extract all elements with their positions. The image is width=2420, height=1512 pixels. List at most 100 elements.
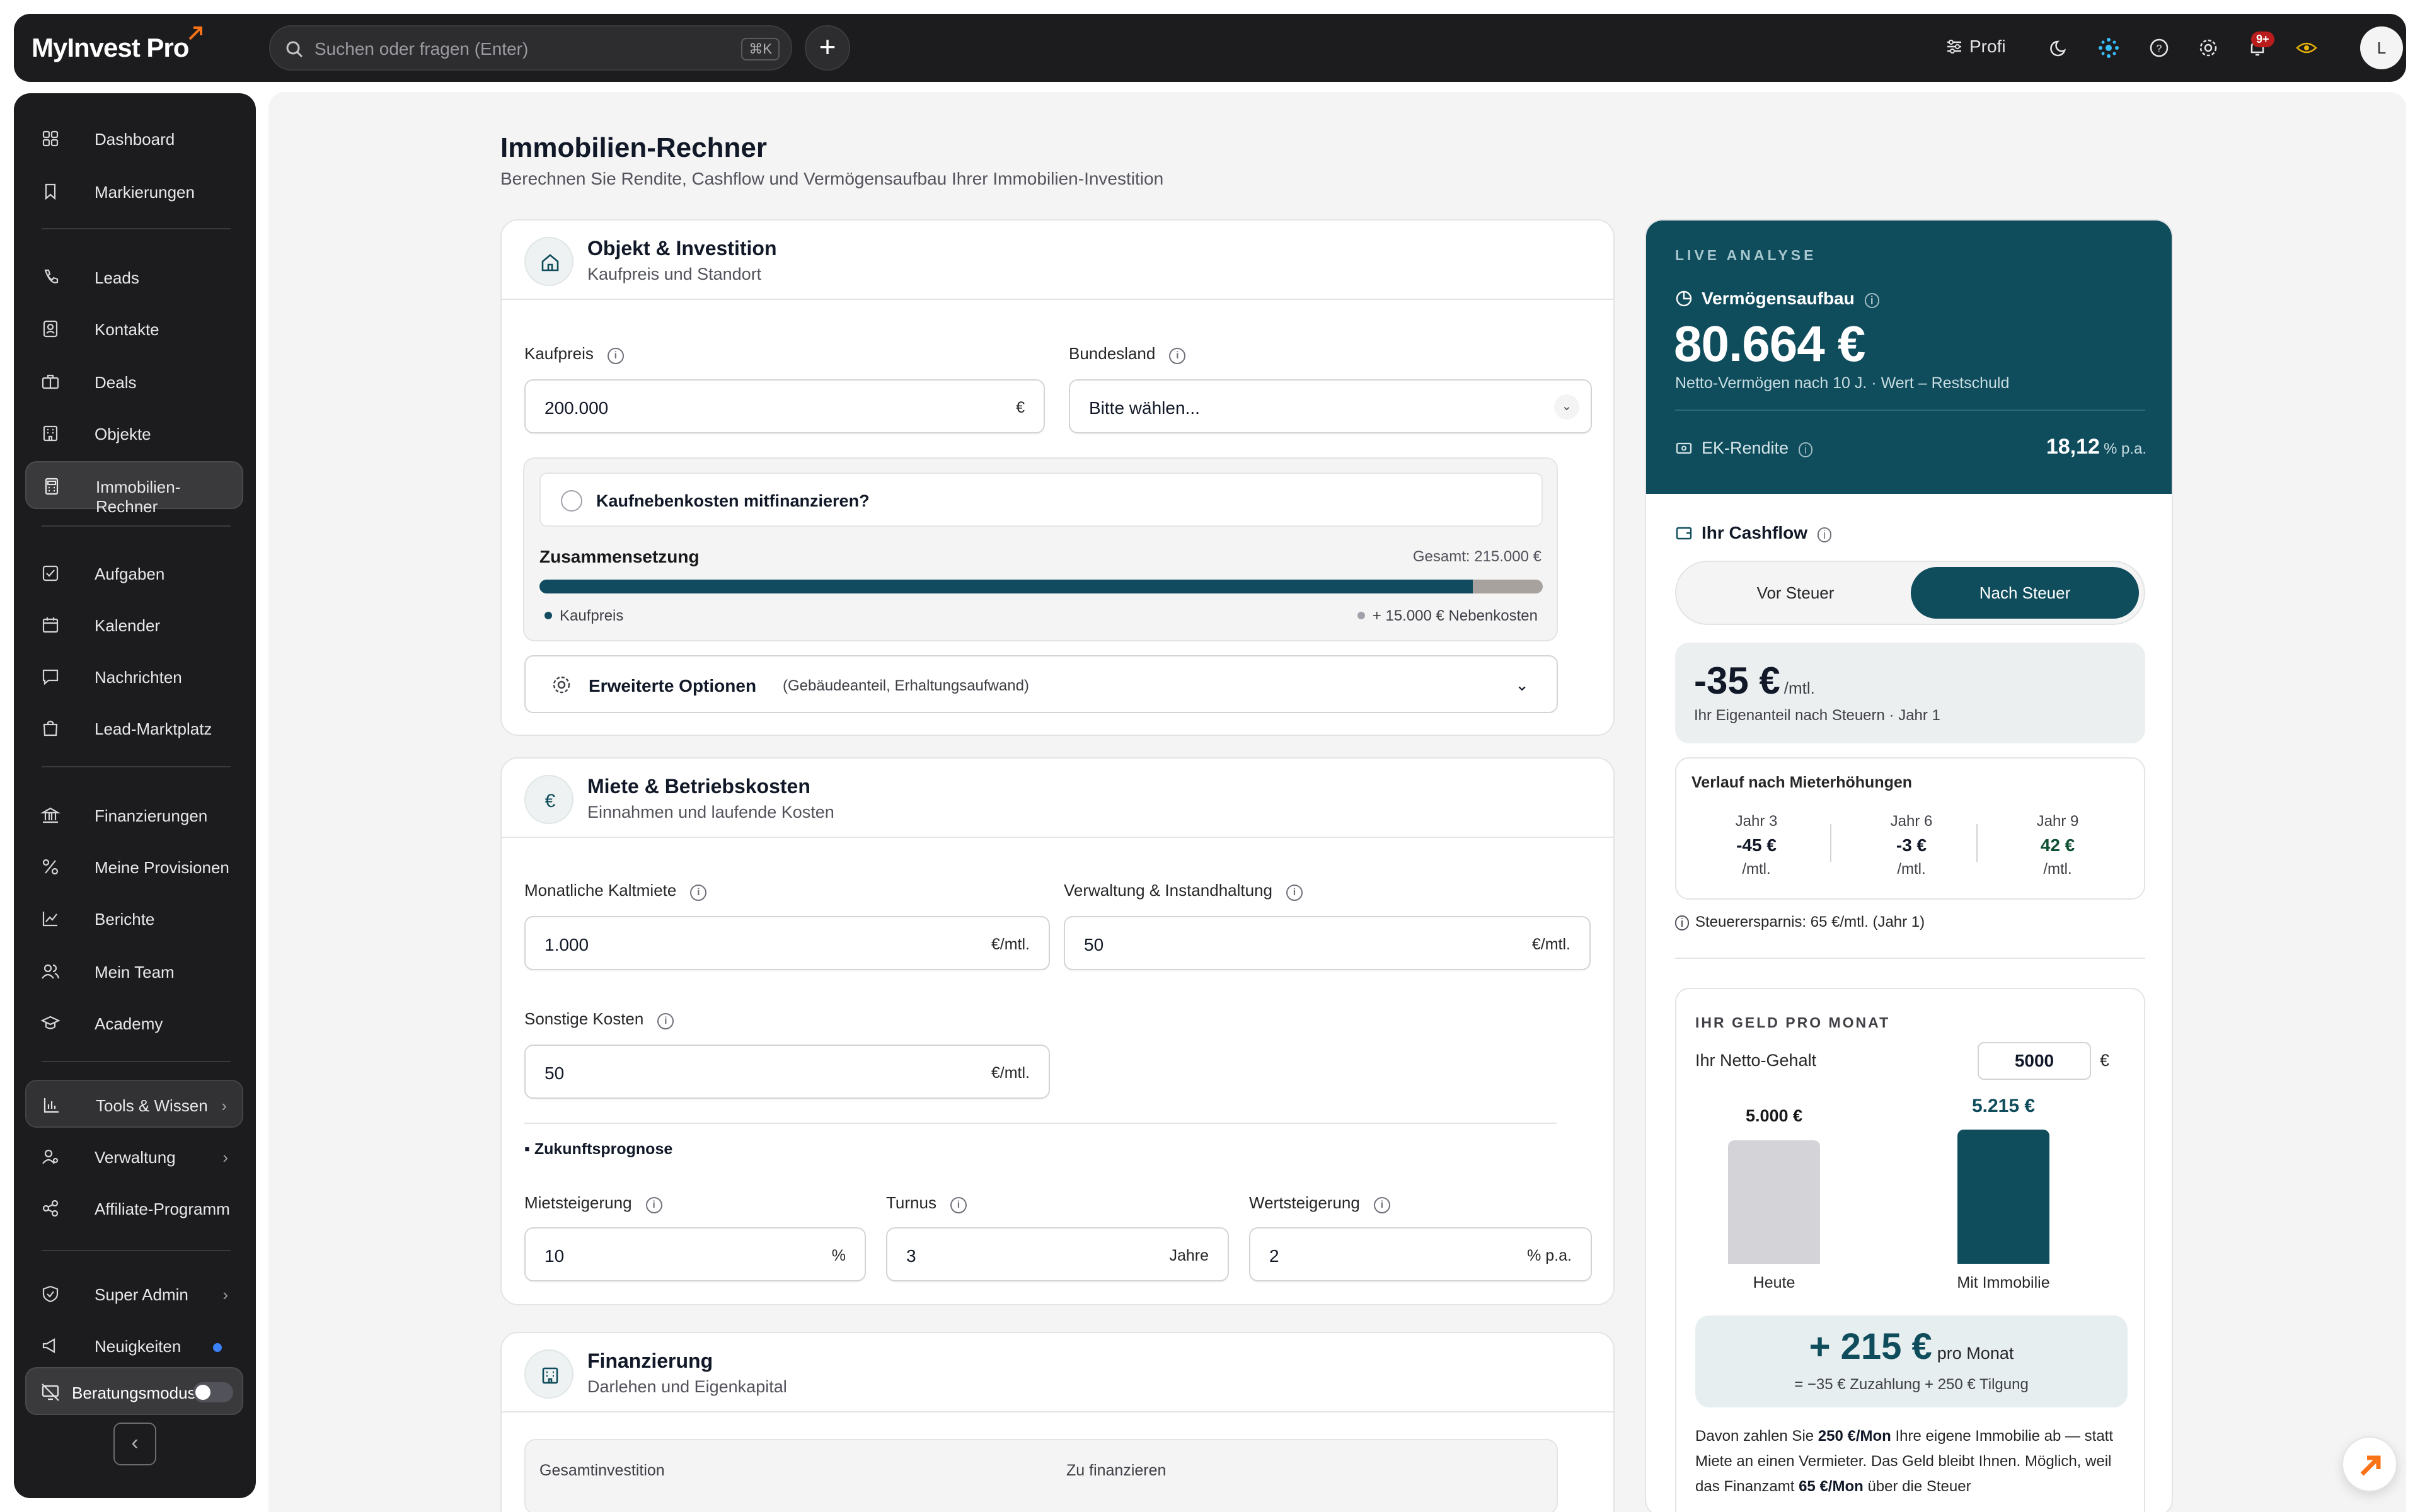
kaufpreis-input[interactable]: 200.000 € <box>524 379 1045 433</box>
calculator-icon <box>45 478 59 495</box>
profile-mode-button[interactable]: Profi <box>1945 37 2006 57</box>
info-icon: i <box>950 1197 967 1213</box>
collapse-sidebar-button[interactable]: ‹ <box>113 1423 156 1465</box>
turnus-label: Turnus i <box>886 1193 967 1213</box>
sidebar-item-mein-team[interactable]: Mein Team <box>25 948 243 995</box>
logo-mark-icon <box>2360 1455 2381 1476</box>
ek-rendite-value: 18,12% p.a. <box>2046 435 2146 459</box>
verlauf-year-9: Jahr 9 42 €/mtl. <box>2036 813 2079 878</box>
add-button[interactable]: + <box>805 25 850 71</box>
toggle-switch[interactable] <box>193 1382 233 1402</box>
tax-toggle: Vor Steuer Nach Steuer <box>1675 561 2145 625</box>
verwaltung-label: Verwaltung & Instandhaltung i <box>1064 881 1303 901</box>
tab-nach-steuer[interactable]: Nach Steuer <box>1911 567 2139 619</box>
search-bar[interactable]: Suchen oder fragen (Enter) ⌘K <box>269 25 792 71</box>
sidebar-item-objekte[interactable]: Objekte <box>25 410 243 457</box>
sidebar-item-kalender[interactable]: Kalender <box>25 601 243 649</box>
sidebar-item-meine-provisionen[interactable]: Meine Provisionen <box>25 843 243 891</box>
composition-bar <box>539 580 1543 593</box>
sidebar-divider <box>42 1250 231 1251</box>
assistant-fab[interactable] <box>2342 1436 2397 1492</box>
settings-gear-icon[interactable] <box>2197 37 2220 59</box>
sidebar-item-finanzierungen[interactable]: Finanzierungen <box>25 791 243 839</box>
ai-sparkle-icon[interactable] <box>2097 37 2120 59</box>
sidebar-item-deals[interactable]: Deals <box>25 358 243 406</box>
advanced-options-toggle[interactable]: Erweiterte Optionen (Gebäudeanteil, Erha… <box>524 655 1558 713</box>
live-analyse-panel: LIVE ANALYSE Vermögensaufbau i 80.664 € N… <box>1645 219 2173 1512</box>
wallet-icon <box>1676 527 1692 540</box>
card-header: Objekt & Investition Kaufpreis und Stand… <box>502 220 1613 300</box>
bank-icon <box>524 1349 573 1399</box>
user-avatar[interactable]: L <box>2360 26 2403 69</box>
finanzierung-card: Finanzierung Darlehen und Eigenkapital G… <box>500 1332 1615 1512</box>
sidebar-item-academy[interactable]: Academy <box>25 999 243 1047</box>
zusammensetzung-label: Zusammensetzung <box>539 547 700 566</box>
netto-gehalt-input[interactable]: 5000 <box>1978 1042 2091 1080</box>
help-icon[interactable]: ? <box>2148 37 2170 59</box>
percent-icon <box>42 859 59 875</box>
search-icon <box>286 41 303 58</box>
analyse-header: LIVE ANALYSE Vermögensaufbau i 80.664 € N… <box>1646 220 2172 494</box>
pie-icon <box>1676 290 1692 307</box>
sidebar-item-nachrichten[interactable]: Nachrichten <box>25 653 243 701</box>
sidebar: Dashboard Markierungen Leads Kontakte De… <box>14 93 256 1498</box>
user-cog-icon <box>42 1149 59 1164</box>
message-icon <box>42 669 59 685</box>
kaufpreis-label: Kaufpreis i <box>524 344 624 364</box>
sidebar-item-verwaltung[interactable]: Verwaltung › <box>25 1133 243 1181</box>
info-icon: i <box>607 348 624 364</box>
chart-icon <box>42 912 57 927</box>
moon-icon[interactable] <box>2048 37 2071 59</box>
wertsteigerung-input[interactable]: 2% p.a. <box>1249 1227 1592 1281</box>
sidebar-divider <box>42 1061 231 1062</box>
card-subtitle: Darlehen und Eigenkapital <box>587 1377 787 1396</box>
sidebar-divider <box>42 525 231 527</box>
info-icon: i <box>1675 915 1689 931</box>
sidebar-item-lead-marktplatz[interactable]: Lead-Marktplatz <box>25 704 243 752</box>
kaufnebenkosten-box: Kaufnebenkosten mitfinanzieren? Zusammen… <box>523 457 1558 641</box>
sidebar-item-neuigkeiten[interactable]: Neuigkeiten <box>25 1322 243 1370</box>
wallet-icon <box>1676 442 1692 454</box>
grid-icon <box>42 130 59 147</box>
card-title: Finanzierung <box>587 1349 713 1372</box>
heute-label: Heute <box>1753 1274 1795 1292</box>
kaufnebenkosten-checkbox[interactable] <box>561 490 582 512</box>
search-placeholder: Suchen oder fragen (Enter) <box>314 39 529 59</box>
sidebar-item-immobilien-rechner[interactable]: Immobilien-Rechner <box>25 461 243 516</box>
building-icon <box>43 425 58 442</box>
verlauf-year-3: Jahr 3 -45 €/mtl. <box>1735 813 1778 878</box>
kaufnebenkosten-checkbox-row[interactable]: Kaufnebenkosten mitfinanzieren? <box>539 472 1543 527</box>
sidebar-item-berichte[interactable]: Berichte <box>25 895 243 942</box>
sidebar-item-affiliate-programm[interactable]: Affiliate-Programm <box>25 1184 243 1232</box>
sidebar-item-tools-wissen[interactable]: Tools & Wissen › <box>25 1080 243 1128</box>
kaltmiete-input[interactable]: 1.000 €/mtl. <box>524 916 1050 970</box>
verlauf-year-6: Jahr 6 -3 €/mtl. <box>1890 813 1933 878</box>
beratungsmodus-toggle[interactable]: Beratungsmodus <box>25 1367 243 1415</box>
tab-vor-steuer[interactable]: Vor Steuer <box>1681 567 1910 619</box>
app-logo[interactable]: MyInvest Pro <box>32 26 203 63</box>
divider <box>524 1123 1557 1124</box>
turnus-input[interactable]: 3 Jahre <box>886 1227 1229 1281</box>
vermoegen-value: 80.664 € <box>1674 316 1865 372</box>
verwaltung-input[interactable]: 50 €/mtl. <box>1064 916 1591 970</box>
netto-gehalt-unit: € <box>2100 1051 2110 1070</box>
sonstige-input[interactable]: 50 €/mtl. <box>524 1045 1050 1099</box>
geld-pro-monat-card: IHR GELD PRO MONAT Ihr Netto-Gehalt 5000… <box>1675 988 2145 1512</box>
legend-nebenkosten: + 15.000 € Nebenkosten <box>1357 607 1538 625</box>
sidebar-item-kontakte[interactable]: Kontakte <box>25 305 243 353</box>
live-analyse-label: LIVE ANALYSE <box>1675 247 1817 263</box>
info-icon: i <box>690 885 707 901</box>
sidebar-item-super-admin[interactable]: Super Admin › <box>25 1270 243 1318</box>
sidebar-item-markierungen[interactable]: Markierungen <box>25 168 243 215</box>
chevron-down-icon: ⌄ <box>1515 675 1529 694</box>
page-subtitle: Berechnen Sie Rendite, Cashflow und Verm… <box>500 169 1164 188</box>
bundesland-select[interactable]: Bitte wählen... ⌄ <box>1069 379 1592 433</box>
sidebar-item-aufgaben[interactable]: Aufgaben <box>25 549 243 597</box>
verlauf-box: Verlauf nach Mieterhöhungen Jahr 3 -45 € /… <box>1675 757 2145 900</box>
eye-icon[interactable] <box>2295 37 2318 59</box>
zukunftsprognose-toggle[interactable]: ▪ Zukunftsprognose <box>524 1140 672 1159</box>
mietsteigerung-input[interactable]: 10% <box>524 1227 866 1281</box>
divider <box>1976 824 1978 862</box>
sidebar-item-leads[interactable]: Leads <box>25 253 243 301</box>
sidebar-item-dashboard[interactable]: Dashboard <box>25 115 243 163</box>
